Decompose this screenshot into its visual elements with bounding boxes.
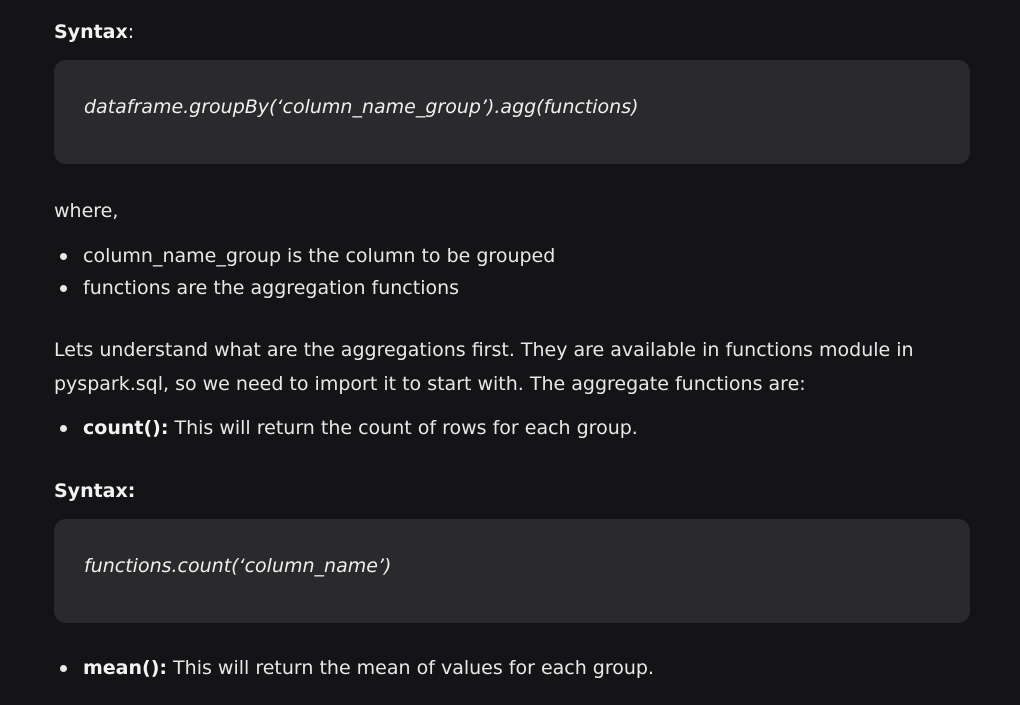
- count-term: count():: [83, 417, 169, 439]
- where-list: column_name_group is the column to be gr…: [54, 240, 970, 304]
- syntax-colon: :: [127, 21, 135, 43]
- intro-line-1: Lets understand what are the aggregation…: [54, 339, 914, 361]
- list-item-text: column_name_group is the column to be gr…: [83, 245, 556, 267]
- where-text: where,: [54, 200, 119, 222]
- code-text-count: functions.count(‘column_name’): [84, 555, 392, 577]
- bullet-icon: [60, 253, 67, 260]
- code-block-groupby: dataframe.groupBy(‘column_name_group’).a…: [54, 60, 970, 164]
- code-text-groupby: dataframe.groupBy(‘column_name_group’).a…: [84, 96, 639, 118]
- syntax-heading-2: Syntax:: [54, 479, 135, 503]
- bullet-icon: [60, 285, 67, 292]
- list-item-text: functions are the aggregation functions: [83, 277, 460, 299]
- mean-description: This will return the mean of values for …: [167, 657, 655, 679]
- list-item: functions are the aggregation functions: [54, 272, 970, 304]
- list-item: column_name_group is the column to be gr…: [54, 240, 970, 272]
- syntax-label-2: Syntax:: [54, 480, 136, 502]
- count-list: count(): This will return the count of r…: [54, 412, 970, 444]
- list-item: count(): This will return the count of r…: [54, 412, 970, 444]
- count-description: This will return the count of rows for e…: [168, 417, 638, 439]
- bullet-icon: [60, 425, 67, 432]
- intro-line-2: pyspark.sql, so we need to import it to …: [54, 373, 806, 395]
- intro-paragraph: Lets understand what are the aggregation…: [54, 333, 970, 401]
- code-block-count: functions.count(‘column_name’): [54, 519, 970, 623]
- bullet-icon: [60, 665, 67, 672]
- syntax-heading: Syntax:: [54, 20, 134, 44]
- mean-term: mean():: [83, 657, 167, 679]
- list-item: mean(): This will return the mean of val…: [54, 652, 970, 684]
- syntax-label: Syntax: [54, 21, 128, 43]
- mean-list: mean(): This will return the mean of val…: [54, 652, 970, 684]
